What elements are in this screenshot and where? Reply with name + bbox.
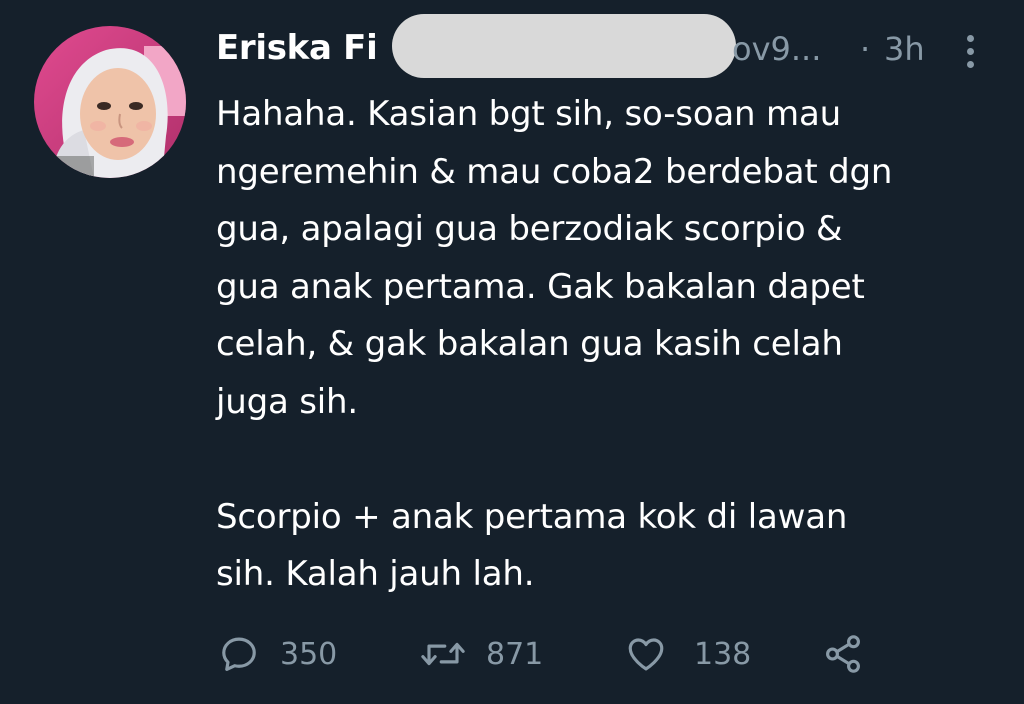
tweet-header: Eriska Fi ov9... · 3h: [216, 14, 984, 78]
avatar[interactable]: [34, 26, 186, 178]
avatar-image: [34, 26, 186, 178]
reply-button[interactable]: 350: [218, 622, 337, 686]
share-button[interactable]: [822, 622, 864, 686]
separator-dot: ·: [860, 30, 871, 68]
more-options-icon[interactable]: [962, 32, 978, 70]
reply-icon: [222, 637, 256, 671]
retweet-icon: [421, 642, 465, 666]
tweet-timestamp[interactable]: 3h: [884, 30, 925, 68]
tweet-actions: 350 871 138: [218, 622, 918, 686]
author-handle[interactable]: ov9...: [732, 30, 821, 68]
tweet-text: Hahaha. Kasian bgt sih, so-soan mau nger…: [216, 94, 893, 594]
redaction-overlay: [392, 14, 736, 78]
reply-count: 350: [280, 636, 338, 672]
author-name[interactable]: Eriska Fi: [216, 28, 378, 68]
retweet-count: 871: [486, 636, 544, 672]
like-count: 138: [694, 636, 752, 672]
like-icon: [628, 638, 664, 671]
like-button[interactable]: 138: [624, 622, 751, 686]
tweet-card[interactable]: Eriska Fi ov9... · 3h Hahaha. Kasian bgt…: [0, 0, 1024, 704]
share-icon: [826, 635, 860, 673]
retweet-button[interactable]: 871: [418, 622, 543, 686]
